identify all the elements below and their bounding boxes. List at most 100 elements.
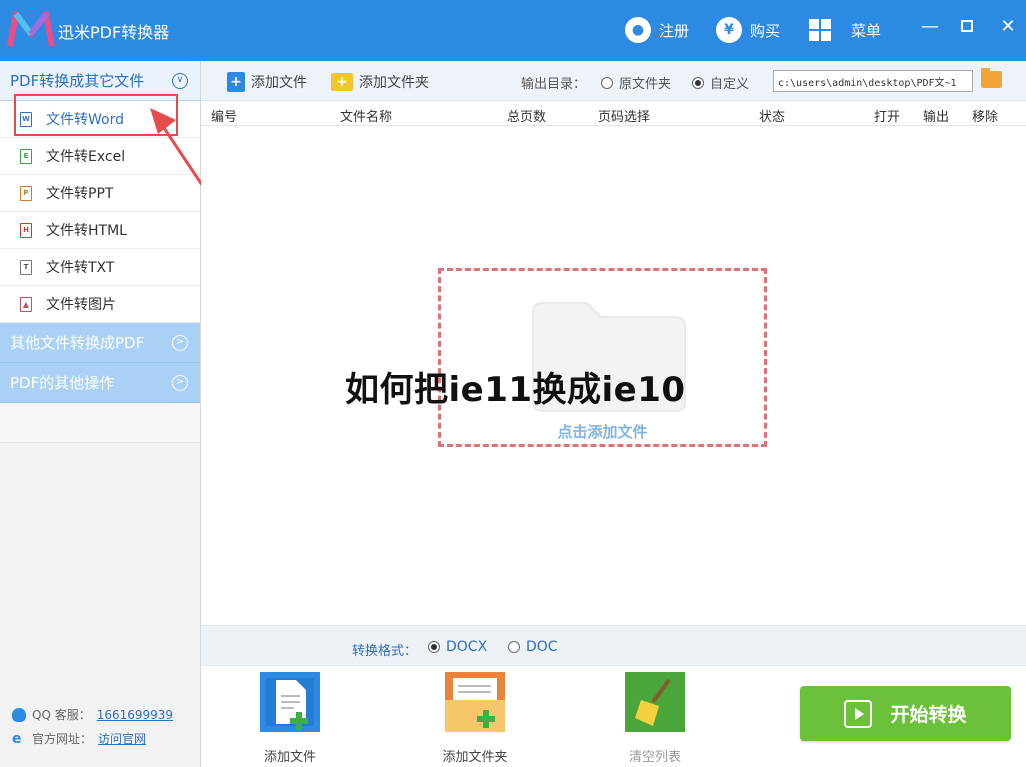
radio-dot [508,641,520,653]
sidebar-item-excel[interactable]: E 文件转Excel [0,138,200,175]
radio-docx[interactable]: DOCX [428,639,487,655]
add-folder-toolbar-button[interactable]: + 添加文件夹 [331,72,429,92]
sidebar-item-label: 文件转图片 [46,297,116,313]
buy-button[interactable]: ¥ 购买 [716,16,780,44]
add-file-big-label: 添加文件 [263,750,316,765]
radio-dot-checked [428,641,440,653]
sidebar-item-label: 文件转Excel [46,149,126,165]
col-output: 输出 [923,110,950,125]
format-label: 转换格式： [352,644,418,659]
grid-menu-icon [809,19,831,41]
sidebar: PDF转换成其它文件 ∨ W 文件转Word E 文件转Excel P 文件转P… [0,61,201,767]
qq-number-link[interactable]: 1661699939 [97,708,173,722]
official-site: e 官方网址： 访问官网 [12,730,146,747]
sidebar-section-pdf-other-ops[interactable]: PDF的其他操作 > [0,363,200,403]
col-page-select: 页码选择 [598,110,651,125]
add-file-icon: + [227,72,245,92]
col-status: 状态 [759,110,786,125]
col-pages: 总页数 [507,110,547,125]
add-folder-doc-icon [445,672,505,732]
file-list-area: 点击添加文件 如何把ie11换成ie10 [201,126,1026,625]
add-file-toolbar-button[interactable]: + 添加文件 [227,72,307,92]
app-logo-icon [7,11,55,47]
chevron-right-icon: > [172,334,188,351]
clear-list-button[interactable]: 清空列表 [605,672,705,765]
sidebar-item-label: 文件转PPT [46,186,114,202]
visit-site-link[interactable]: 访问官网 [98,730,146,747]
register-button[interactable]: ● 注册 [625,16,689,44]
sidebar-item-label: 文件转Word [46,112,124,128]
sidebar-section-label: 其他文件转换成PDF [10,334,145,352]
sidebar-item-word[interactable]: W 文件转Word [0,101,200,138]
add-folder-label: 添加文件夹 [359,75,429,91]
add-file-label: 添加文件 [251,75,307,91]
broom-icon [625,672,685,732]
chevron-down-icon: ∨ [172,72,188,89]
col-open: 打开 [874,110,901,125]
sidebar-section-pdf-to-other[interactable]: PDF转换成其它文件 ∨ [0,61,200,101]
site-label: 官方网址： [32,732,93,746]
radio-custom-folder[interactable]: 自定义 [692,73,749,92]
menu-label: 菜单 [851,21,882,40]
add-folder-icon: + [331,73,353,91]
radio-original-folder[interactable]: 原文件夹 [601,73,671,92]
txt-file-icon: T [20,259,32,275]
minimize-button[interactable]: — [918,14,942,38]
radio-doc[interactable]: DOC [508,639,558,655]
play-icon [844,699,873,728]
buy-label: 购买 [750,21,781,40]
toolbar: + 添加文件 + 添加文件夹 输出目录： 原文件夹 自定义 c:\users\a… [201,61,1026,101]
radio-original-label: 原文件夹 [619,77,672,92]
sidebar-item-label: 文件转HTML [46,223,127,239]
format-bar: 转换格式： DOCX DOC [201,625,1026,665]
sidebar-section-label: PDF转换成其它文件 [10,72,145,90]
add-file-big-button[interactable]: 添加文件 [240,672,340,765]
yen-icon: ¥ [716,17,742,43]
drop-zone[interactable]: 点击添加文件 [438,268,767,447]
file-table-header: 编号 文件名称 总页数 页码选择 状态 打开 输出 移除 [201,101,1026,126]
radio-docx-label: DOCX [446,639,488,655]
col-filename: 文件名称 [340,110,393,125]
output-path-field[interactable]: c:\users\admin\desktop\PDF文~1 [773,70,973,92]
bottom-bar: 添加文件 添加文件夹 清空列表 开始转换 [201,665,1026,767]
ppt-file-icon: P [20,185,32,201]
clear-list-label: 清空列表 [628,750,681,765]
add-folder-big-button[interactable]: 添加文件夹 [425,672,525,765]
word-file-icon: W [20,111,32,127]
start-convert-button[interactable]: 开始转换 [800,686,1011,741]
title-bar: 迅米PDF转换器 ● 注册 ¥ 购买 菜单 — ✕ [0,0,1026,61]
html-file-icon: H [20,222,32,238]
maximize-button[interactable] [955,14,979,38]
qq-support: QQ 客服： 1661699939 [12,706,173,723]
sidebar-item-image[interactable]: ▲ 文件转图片 [0,286,200,323]
overlay-title: 如何把ie11换成ie10 [345,370,686,410]
user-icon: ● [625,17,651,43]
output-dir-label: 输出目录： [521,77,587,92]
register-label: 注册 [659,21,690,40]
sidebar-section-label: PDF的其他操作 [10,374,115,392]
close-button[interactable]: ✕ [996,14,1020,38]
radio-doc-label: DOC [526,639,558,655]
drop-zone-text: 点击添加文件 [557,423,648,441]
start-convert-label: 开始转换 [890,704,967,726]
app-title: 迅米PDF转换器 [58,23,170,42]
sidebar-section-other-to-pdf[interactable]: 其他文件转换成PDF > [0,323,200,363]
sidebar-spacer [0,403,200,443]
col-remove: 移除 [972,110,999,125]
sidebar-item-label: 文件转TXT [46,260,115,276]
sidebar-item-txt[interactable]: T 文件转TXT [0,249,200,286]
sidebar-item-ppt[interactable]: P 文件转PPT [0,175,200,212]
menu-button[interactable]: 菜单 [809,16,881,44]
add-folder-big-label: 添加文件夹 [442,750,508,765]
browse-folder-icon[interactable] [981,68,1002,88]
col-number: 编号 [211,110,238,125]
qq-icon [12,707,26,722]
radio-custom-label: 自定义 [710,77,750,92]
radio-dot [601,76,613,89]
excel-file-icon: E [20,148,32,164]
image-file-icon: ▲ [20,296,32,312]
qq-label: QQ 客服： [32,708,91,722]
ie-icon: e [12,730,22,747]
chevron-right-icon: > [172,374,188,391]
sidebar-item-html[interactable]: H 文件转HTML [0,212,200,249]
